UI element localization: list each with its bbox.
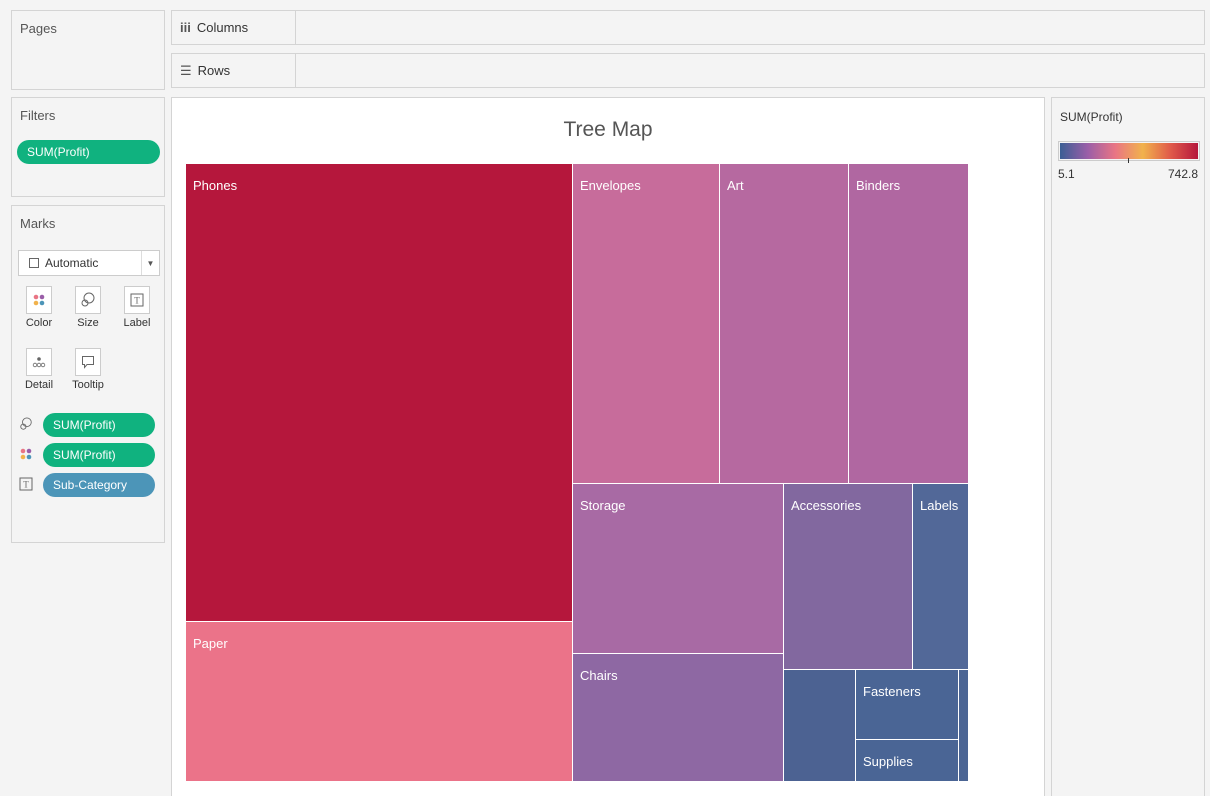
filters-panel[interactable]: Filters SUM(Profit): [11, 97, 165, 197]
treemap-cell-fasteners[interactable]: Fasteners: [856, 670, 959, 740]
treemap-label-supplies: Supplies: [863, 754, 913, 769]
treemap-cell-envelopes[interactable]: Envelopes: [573, 164, 720, 484]
treemap-cell-art[interactable]: Art: [720, 164, 849, 484]
treemap-label-accessories: Accessories: [791, 498, 862, 513]
treemap-cell-unlabeled-11[interactable]: [784, 670, 856, 782]
pages-panel[interactable]: Pages: [11, 10, 165, 90]
treemap-cell-paper[interactable]: Paper: [186, 622, 573, 782]
size-button-label: Size: [77, 317, 99, 329]
marks-field-label[interactable]: Sub-Category: [43, 473, 155, 497]
pages-title: Pages: [20, 21, 57, 36]
rows-icon: ☰: [180, 62, 192, 78]
legend-gradient-bar: [1058, 141, 1200, 161]
treemap-cell-chairs[interactable]: Chairs: [573, 654, 784, 782]
marks-field-color[interactable]: SUM(Profit): [43, 443, 155, 467]
treemap-cell-binders[interactable]: Binders: [849, 164, 969, 484]
rows-shelf-label: ☰ Rows: [172, 54, 296, 87]
treemap-cell-storage[interactable]: Storage: [573, 484, 784, 654]
size-icon: [18, 417, 34, 434]
columns-label: Columns: [196, 20, 249, 35]
svg-text:T: T: [23, 480, 29, 490]
marks-title: Marks: [20, 216, 56, 231]
treemap-label-storage: Storage: [580, 498, 626, 513]
treemap-label-envelopes: Envelopes: [580, 178, 641, 193]
size-icon: [75, 286, 101, 314]
treemap-label-paper: Paper: [193, 636, 228, 651]
tooltip-button-label: Tooltip: [72, 379, 104, 391]
treemap-label-phones: Phones: [193, 178, 238, 193]
filter-pill-sum-profit[interactable]: SUM(Profit): [17, 140, 160, 164]
chart-canvas[interactable]: Tree Map Phones Paper Envelopes Art Binders S…: [171, 97, 1045, 796]
detail-button-label: Detail: [24, 379, 54, 391]
svg-text:T: T: [134, 296, 140, 306]
color-icon: [26, 286, 52, 314]
rows-shelf[interactable]: ☰ Rows: [171, 53, 1205, 88]
treemap-label-art: Art: [727, 178, 744, 193]
tooltip-button[interactable]: Tooltip: [67, 348, 109, 402]
treemap-cell-labels[interactable]: Labels: [913, 484, 969, 670]
legend-max: 742.8: [1167, 167, 1198, 181]
detail-icon: [26, 348, 52, 376]
columns-shelf-label: iii Columns: [172, 11, 296, 44]
treemap-label-labels: Labels: [920, 498, 959, 513]
marks-panel: Marks Automatic ▼ Color Size T Label Det…: [11, 205, 165, 543]
detail-button[interactable]: Detail: [18, 348, 60, 402]
treemap-label-binders: Binders: [856, 178, 901, 193]
tooltip-icon: [75, 348, 101, 376]
marks-field-size[interactable]: SUM(Profit): [43, 413, 155, 437]
label-button[interactable]: T Label: [116, 286, 158, 340]
treemap-cell-supplies[interactable]: Supplies: [856, 740, 959, 782]
treemap-label-fasteners: Fasteners: [863, 684, 921, 699]
label-button-label: Label: [123, 317, 151, 329]
color-button[interactable]: Color: [18, 286, 60, 340]
treemap-label-chairs: Chairs: [580, 668, 618, 683]
treemap-cell-accessories[interactable]: Accessories: [784, 484, 913, 670]
treemap-cell-phones[interactable]: Phones: [186, 164, 573, 622]
legend-min: 5.1: [1058, 167, 1075, 181]
treemap-cell-unlabeled-12[interactable]: [959, 670, 969, 782]
label-icon: T: [18, 477, 34, 494]
label-icon: T: [124, 286, 150, 314]
legend-tick: [1128, 158, 1129, 163]
chevron-down-icon: ▼: [141, 251, 159, 275]
legend-title: SUM(Profit): [1060, 110, 1123, 124]
filters-title: Filters: [20, 108, 56, 123]
columns-shelf[interactable]: iii Columns: [171, 10, 1205, 45]
color-legend[interactable]: SUM(Profit) 5.1 742.8: [1051, 97, 1205, 796]
mark-type-value: Automatic: [45, 256, 99, 270]
mark-type-dropdown[interactable]: Automatic ▼: [18, 250, 160, 276]
size-button[interactable]: Size: [67, 286, 109, 340]
legend-gradient: [1060, 143, 1198, 159]
color-icon: [18, 447, 34, 464]
chart-title: Tree Map: [563, 118, 653, 141]
rows-label: Rows: [197, 63, 231, 78]
color-button-label: Color: [25, 317, 53, 329]
square-icon: [29, 258, 39, 268]
treemap: Phones Paper Envelopes Art Binders Storage Cha…: [186, 164, 969, 782]
columns-icon: iii: [180, 20, 191, 35]
